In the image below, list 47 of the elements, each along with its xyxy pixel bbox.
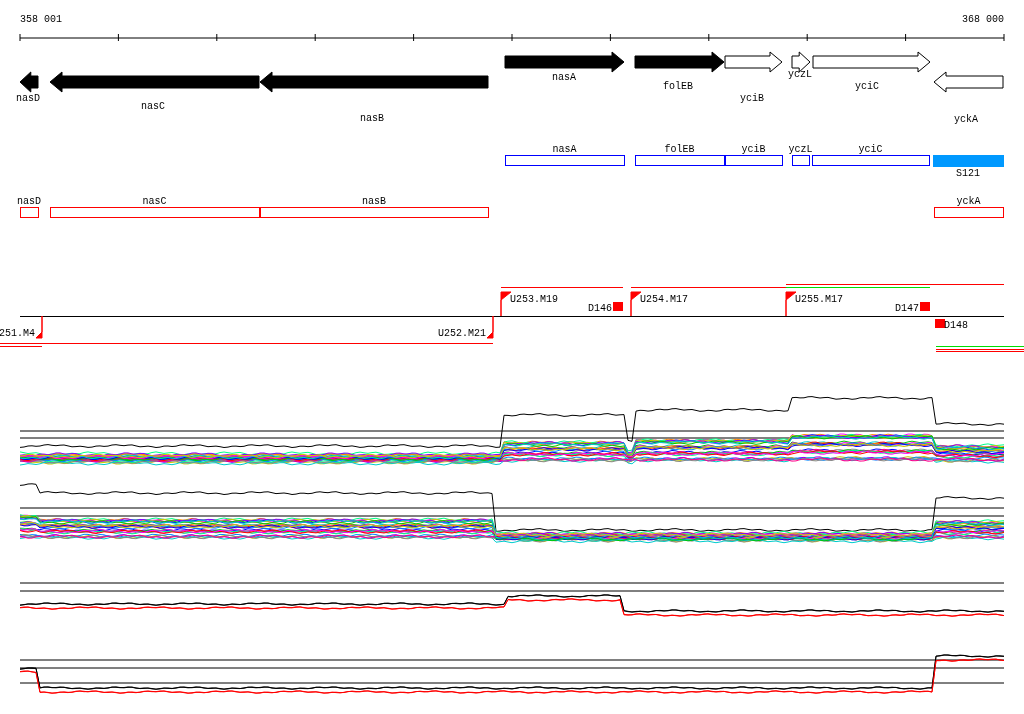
annotation-bar[interactable] — [20, 207, 39, 218]
annotation-label: S121 — [956, 168, 980, 179]
annotation-bar[interactable] — [934, 207, 1004, 218]
annotation-label: yciC — [858, 144, 883, 155]
terminator-label: D146 — [588, 303, 612, 314]
transcription-unit-label: U253.M19 — [510, 294, 558, 305]
promoter-flag-icon[interactable] — [486, 315, 494, 339]
gene-arrow[interactable] — [259, 71, 489, 93]
ruler-start-label: 358 001 — [20, 14, 62, 25]
promoter-flag-icon[interactable] — [630, 291, 642, 317]
gene-label: folEB — [663, 81, 693, 92]
transcription-unit-label: U252.M21 — [438, 328, 486, 339]
gene-label: nasB — [360, 113, 384, 124]
annotation-label: nasA — [552, 144, 577, 155]
terminator-label: D147 — [895, 303, 919, 314]
gene-label: yckA — [954, 114, 978, 125]
annotation-label: yciB — [741, 144, 766, 155]
gene-label: nasC — [141, 101, 165, 112]
gene-label: yciC — [855, 81, 879, 92]
annotation-label: yczL — [788, 144, 813, 155]
gene-arrow[interactable] — [19, 71, 39, 93]
annotation-bar[interactable] — [725, 155, 783, 166]
annotation-bar[interactable] — [812, 155, 930, 166]
annotation-bar[interactable] — [505, 155, 625, 166]
promoter-flag-icon[interactable] — [785, 291, 797, 317]
transcription-unit-label: U255.M17 — [795, 294, 843, 305]
gene-arrow[interactable] — [634, 51, 725, 73]
ruler-end-label: 368 000 — [962, 14, 1004, 25]
annotation-bar[interactable] — [635, 155, 725, 166]
annotation-label: nasD — [17, 196, 41, 207]
gene-arrow[interactable] — [504, 51, 625, 73]
gene-label: yciB — [740, 93, 764, 104]
annotation-label: yckA — [956, 196, 981, 207]
annotation-label: folEB — [664, 144, 695, 155]
transcription-unit-label: U254.M17 — [640, 294, 688, 305]
gene-label: yczL — [788, 69, 812, 80]
gene-label: nasA — [552, 72, 576, 83]
annotation-label: nasC — [142, 196, 167, 207]
promoter-flag-icon[interactable] — [500, 291, 512, 317]
annotation-label: nasB — [362, 196, 386, 207]
gene-arrow[interactable] — [49, 71, 260, 93]
gene-label: nasD — [16, 93, 40, 104]
transcription-unit-label: 251.M4 — [0, 328, 35, 339]
annotation-bar[interactable] — [792, 155, 810, 166]
promoter-flag-icon[interactable] — [35, 315, 43, 339]
annotation-bar[interactable] — [260, 207, 489, 218]
annotation-bar[interactable] — [50, 207, 260, 218]
